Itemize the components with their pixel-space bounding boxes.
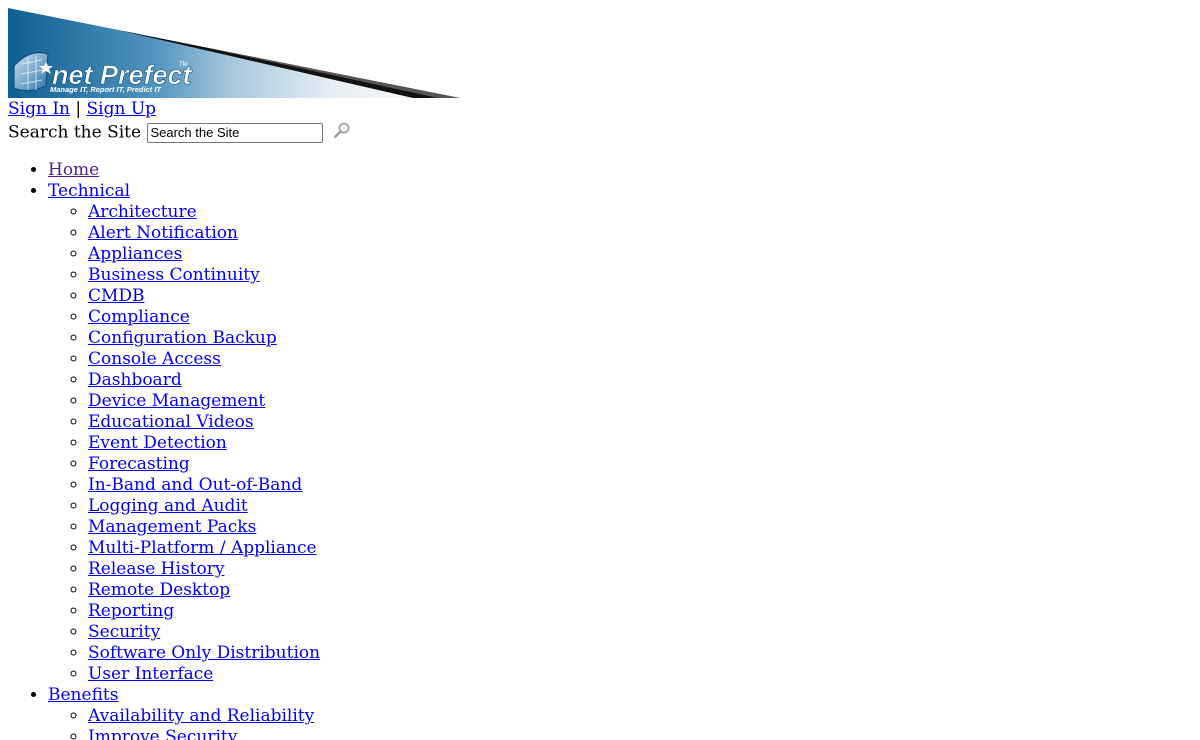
list-item: Dashboard [88, 370, 320, 391]
subnav-link[interactable]: Business Continuity [88, 265, 260, 285]
auth-links: Sign In | Sign Up [8, 99, 156, 119]
list-item: Alert Notification [88, 223, 320, 244]
nav-link-home[interactable]: Home [48, 160, 99, 180]
list-item: Security [88, 622, 320, 643]
list-item: User Interface [88, 664, 320, 685]
main-nav: Home Technical Architecture Alert Notifi… [8, 160, 320, 740]
netprefect-logo-link[interactable]: net Prefect TM Manage IT, Report IT, Pre… [8, 8, 460, 98]
subnav-link[interactable]: Forecasting [88, 454, 190, 474]
sign-in-link[interactable]: Sign In [8, 99, 70, 119]
subnav-link[interactable]: CMDB [88, 286, 145, 306]
list-item: Device Management [88, 391, 320, 412]
list-item: Forecasting [88, 454, 320, 475]
list-item: Remote Desktop [88, 580, 320, 601]
subnav-link[interactable]: Availability and Reliability [88, 706, 314, 726]
subnav-link[interactable]: Configuration Backup [88, 328, 277, 348]
list-item: Improve Security [88, 727, 320, 740]
list-item: Logging and Audit [88, 496, 320, 517]
magnifier-icon [333, 122, 350, 138]
list-item: Software Only Distribution [88, 643, 320, 664]
list-item: CMDB [88, 286, 320, 307]
nav-link-benefits[interactable]: Benefits [48, 685, 118, 705]
list-item: Business Continuity [88, 265, 320, 286]
list-item: Architecture [88, 202, 320, 223]
subnav-link[interactable]: Release History [88, 559, 224, 579]
list-item: Event Detection [88, 433, 320, 454]
list-item: Release History [88, 559, 320, 580]
logo-trademark-text: TM [179, 62, 188, 68]
subnav-link[interactable]: Management Packs [88, 517, 256, 537]
subnav-link[interactable]: Improve Security [88, 727, 237, 740]
technical-subnav: Architecture Alert Notification Applianc… [48, 202, 320, 685]
list-item: In-Band and Out-of-Band [88, 475, 320, 496]
subnav-link[interactable]: Appliances [88, 244, 182, 264]
netprefect-logo: net Prefect TM Manage IT, Report IT, Pre… [8, 8, 460, 98]
subnav-link[interactable]: Educational Videos [88, 412, 254, 432]
subnav-link[interactable]: Alert Notification [88, 223, 238, 243]
subnav-link[interactable]: In-Band and Out-of-Band [88, 475, 302, 495]
nav-item-technical: Technical Architecture Alert Notificatio… [48, 181, 320, 685]
subnav-link[interactable]: Remote Desktop [88, 580, 230, 600]
subnav-link[interactable]: User Interface [88, 664, 213, 684]
page: net Prefect TM Manage IT, Report IT, Pre… [8, 8, 1192, 740]
list-item: Reporting [88, 601, 320, 622]
subnav-link[interactable]: Dashboard [88, 370, 182, 390]
nav-item-home: Home [48, 160, 320, 181]
subnav-link[interactable]: Device Management [88, 391, 265, 411]
search-input[interactable] [147, 122, 324, 143]
site-search: Search the Site [8, 122, 351, 144]
subnav-link[interactable]: Compliance [88, 307, 190, 327]
search-button[interactable] [333, 121, 351, 139]
nav-link-technical[interactable]: Technical [48, 181, 130, 201]
subnav-link[interactable]: Security [88, 622, 160, 642]
subnav-link[interactable]: Architecture [88, 202, 197, 222]
list-item: Educational Videos [88, 412, 320, 433]
subnav-link[interactable]: Software Only Distribution [88, 643, 320, 663]
list-item: Configuration Backup [88, 328, 320, 349]
auth-separator: | [75, 99, 82, 119]
list-item: Console Access [88, 349, 320, 370]
subnav-link[interactable]: Multi-Platform / Appliance [88, 538, 317, 558]
subnav-link[interactable]: Event Detection [88, 433, 227, 453]
list-item: Multi-Platform / Appliance [88, 538, 320, 559]
benefits-subnav: Availability and Reliability Improve Sec… [48, 706, 320, 740]
subnav-link[interactable]: Logging and Audit [88, 496, 248, 516]
logo-tagline-text: Manage IT, Report IT, Predict IT [50, 85, 162, 94]
sign-up-link[interactable]: Sign Up [87, 99, 157, 119]
subnav-link[interactable]: Console Access [88, 349, 221, 369]
list-item: Management Packs [88, 517, 320, 538]
list-item: Compliance [88, 307, 320, 328]
subnav-link[interactable]: Reporting [88, 601, 174, 621]
nav-item-benefits: Benefits Availability and Reliability Im… [48, 685, 320, 740]
list-item: Appliances [88, 244, 320, 265]
search-label: Search the Site [8, 122, 142, 143]
list-item: Availability and Reliability [88, 706, 320, 727]
